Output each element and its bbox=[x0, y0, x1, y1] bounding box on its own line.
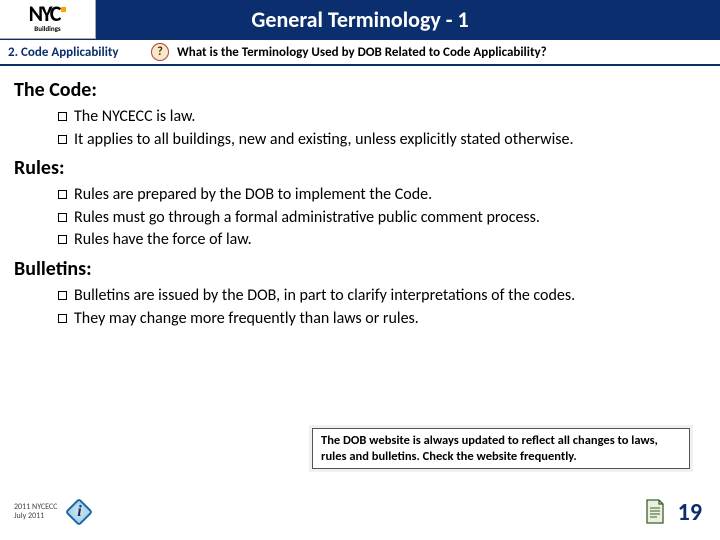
footer-left: 2011 NYCECC July 2011 i bbox=[14, 498, 93, 526]
logo-text: NYC bbox=[29, 5, 67, 23]
list-item: Rules must go through a formal administr… bbox=[58, 207, 702, 229]
question-text: What is the Terminology Used by DOB Rela… bbox=[177, 45, 547, 60]
nyc-buildings-logo: NYC Buildings bbox=[0, 0, 96, 39]
logo-nyc-text: NYC bbox=[29, 5, 60, 23]
section-heading-rules: Rules: bbox=[14, 156, 702, 180]
footer-bar: 2011 NYCECC July 2011 i 19 bbox=[0, 490, 720, 540]
breadcrumb: 2. Code Applicability bbox=[0, 45, 145, 60]
bulletins-list: Bulletins are issued by the DOB, in part… bbox=[14, 285, 702, 329]
code-list: The NYCECC is law. It applies to all bui… bbox=[14, 106, 702, 150]
list-item: Rules have the force of law. bbox=[58, 229, 702, 251]
footer-meta: 2011 NYCECC July 2011 bbox=[14, 503, 57, 521]
footer-right: 19 bbox=[644, 498, 702, 527]
page-number: 19 bbox=[678, 498, 702, 527]
list-item: Bulletins are issued by the DOB, in part… bbox=[58, 285, 702, 307]
footer-line2: July 2011 bbox=[14, 512, 57, 521]
header-bar: NYC Buildings General Terminology - 1 bbox=[0, 0, 720, 40]
list-item: They may change more frequently than law… bbox=[58, 308, 702, 330]
logo-subtext: Buildings bbox=[34, 24, 60, 33]
section-heading-code: The Code: bbox=[14, 78, 702, 102]
content-area: The Code: The NYCECC is law. It applies … bbox=[0, 66, 720, 329]
info-icon: i bbox=[65, 498, 93, 526]
note-callout: The DOB website is always updated to ref… bbox=[312, 428, 690, 469]
list-item: It applies to all buildings, new and exi… bbox=[58, 129, 702, 151]
document-icon bbox=[644, 499, 666, 525]
section-heading-bulletins: Bulletins: bbox=[14, 257, 702, 281]
rules-list: Rules are prepared by the DOB to impleme… bbox=[14, 184, 702, 251]
logo-dot-icon bbox=[61, 7, 66, 12]
slide-title: General Terminology - 1 bbox=[96, 6, 720, 33]
question-mark-icon: ? bbox=[151, 43, 169, 61]
list-item: The NYCECC is law. bbox=[58, 106, 702, 128]
list-item: Rules are prepared by the DOB to impleme… bbox=[58, 184, 702, 206]
subheader-bar: 2. Code Applicability ? What is the Term… bbox=[0, 40, 720, 66]
